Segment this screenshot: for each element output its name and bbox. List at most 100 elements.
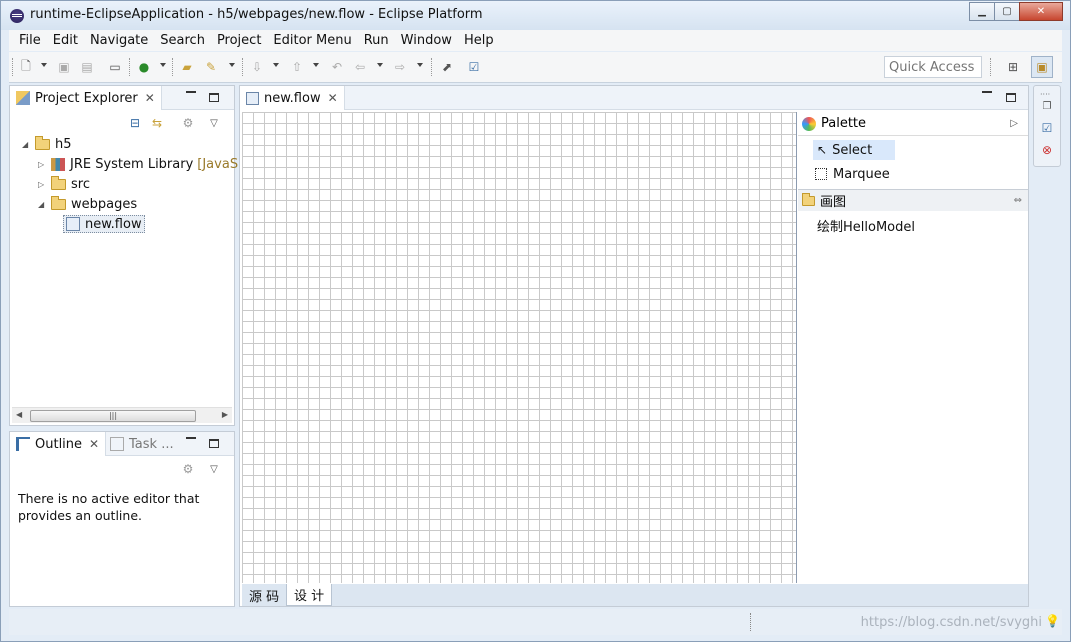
minimize-window-button[interactable]: ▁: [969, 2, 995, 21]
menu-file[interactable]: File: [13, 33, 47, 48]
view-menu-icon[interactable]: ▽: [206, 115, 222, 131]
run-icon[interactable]: ●: [136, 59, 152, 75]
tree-item-src[interactable]: ▷ src: [38, 175, 90, 193]
palette-collapse-icon[interactable]: ▷: [1010, 118, 1018, 129]
restore-icon[interactable]: ❐: [1039, 98, 1055, 114]
run-dropdown-icon[interactable]: [160, 63, 166, 67]
next-annotation-icon[interactable]: ⇩: [249, 59, 265, 75]
close-tab-icon[interactable]: ✕: [89, 437, 99, 451]
collapsed-twisty-icon[interactable]: ▷: [38, 160, 48, 169]
tree-item-webpages[interactable]: ◢ webpages: [38, 195, 137, 213]
collapse-all-icon[interactable]: ⊟: [127, 115, 143, 131]
expanded-twisty-icon[interactable]: ◢: [38, 200, 48, 209]
maximize-icon[interactable]: [1006, 93, 1016, 102]
problems-icon[interactable]: ⊗: [1039, 142, 1055, 158]
new-dropdown-icon[interactable]: [41, 63, 47, 67]
maximize-icon[interactable]: [209, 439, 219, 448]
tab-project-explorer[interactable]: Project Explorer ✕: [10, 86, 162, 110]
forward-dropdown-icon[interactable]: [417, 63, 423, 67]
maximize-icon[interactable]: [209, 93, 219, 102]
tasks-icon[interactable]: ☑: [1039, 120, 1055, 136]
scroll-right-icon[interactable]: ▶: [222, 410, 228, 419]
folder-icon: [51, 195, 66, 210]
menu-edit[interactable]: Edit: [47, 33, 84, 48]
palette-entry-hellomodel[interactable]: 绘制HelloModel: [817, 215, 915, 235]
tab-design[interactable]: 设 计: [286, 584, 333, 606]
menu-window[interactable]: Window: [395, 33, 458, 48]
maximize-window-button[interactable]: ▢: [994, 2, 1020, 21]
previous-annotation-dropdown-icon[interactable]: [313, 63, 319, 67]
tab-task-list[interactable]: Task ...: [104, 432, 180, 456]
eclipse-app-icon: [10, 9, 24, 23]
open-folder-icon[interactable]: ▰: [179, 59, 195, 75]
outline-empty-message: There is no active editor that provides …: [18, 491, 200, 523]
filter-icon[interactable]: ⚙: [180, 461, 196, 477]
close-window-button[interactable]: ✕: [1019, 2, 1063, 21]
terminal-icon[interactable]: ▭: [107, 59, 123, 75]
scrollbar-thumb[interactable]: |||: [30, 410, 196, 422]
new-icon[interactable]: 🗋: [18, 59, 34, 75]
minimize-icon[interactable]: [186, 437, 196, 439]
menu-search[interactable]: Search: [154, 33, 211, 48]
tab-source[interactable]: 源 码: [242, 584, 286, 606]
lightbulb-icon[interactable]: 💡: [1045, 614, 1060, 628]
close-tab-icon[interactable]: ✕: [328, 91, 338, 105]
project-explorer-panel: Project Explorer ✕ ⊟ ⇆ ⚙ ▽ ◢ h5 ▷ JRE Sy…: [9, 85, 251, 426]
menu-help[interactable]: Help: [458, 33, 500, 48]
previous-annotation-icon[interactable]: ⇧: [289, 59, 305, 75]
menu-editor-menu[interactable]: Editor Menu: [267, 33, 357, 48]
last-edit-location-icon[interactable]: ↶: [329, 59, 345, 75]
task-icon[interactable]: ☑: [466, 59, 482, 75]
save-all-icon[interactable]: ▤: [79, 59, 95, 75]
forward-icon[interactable]: ⇨: [392, 59, 408, 75]
window-controls: ▁ ▢ ✕: [969, 2, 1063, 21]
project-explorer-icon: [16, 91, 30, 105]
palette-drawer[interactable]: 画图 ⇔: [798, 189, 1028, 211]
horizontal-scrollbar[interactable]: ◀ ||| ▶: [12, 407, 232, 423]
expanded-twisty-icon[interactable]: ◢: [22, 140, 32, 149]
export-icon[interactable]: ⬈: [439, 59, 455, 75]
next-annotation-dropdown-icon[interactable]: [273, 63, 279, 67]
status-bar: https://blog.csdn.net/svyghi 💡: [9, 609, 1062, 635]
quick-access-input[interactable]: [884, 56, 982, 78]
palette-tool-marquee[interactable]: Marquee: [815, 164, 890, 184]
palette-header-label: Palette: [821, 116, 867, 131]
view-menu-icon[interactable]: ▽: [206, 461, 222, 477]
filter-icon[interactable]: ⚙: [180, 115, 196, 131]
tab-new-flow[interactable]: new.flow ✕: [240, 86, 345, 110]
collapsed-twisty-icon[interactable]: ▷: [38, 180, 48, 189]
tab-outline[interactable]: Outline ✕: [10, 432, 107, 456]
menu-project[interactable]: Project: [211, 33, 267, 48]
resource-perspective-icon[interactable]: ▣: [1031, 56, 1053, 78]
palette-header[interactable]: Palette ▷: [798, 112, 1028, 136]
minimize-icon[interactable]: [186, 91, 196, 93]
link-with-editor-icon[interactable]: ⇆: [149, 115, 165, 131]
save-icon[interactable]: ▣: [56, 59, 72, 75]
external-tools-icon[interactable]: ✎: [203, 59, 219, 75]
marquee-icon: [815, 168, 827, 180]
toolbar-separator: [990, 58, 991, 76]
palette-tool-select[interactable]: ↖ Select: [813, 140, 895, 160]
editor-page-tabs: 源 码 设 计: [242, 584, 1028, 606]
drawer-pin-icon[interactable]: ⇔: [1014, 195, 1022, 206]
palette-entry-label: 绘制HelloModel: [817, 219, 915, 235]
minimize-icon[interactable]: [982, 91, 992, 93]
main-toolbar: 🗋 ▣ ▤ ▭ ● ▰ ✎ ⇩ ⇧ ↶ ⇦ ⇨ ⬈ ☑ ⊞ ▣: [9, 52, 1062, 83]
back-icon[interactable]: ⇦: [352, 59, 368, 75]
menu-navigate[interactable]: Navigate: [84, 33, 154, 48]
menu-run[interactable]: Run: [358, 33, 395, 48]
tree-item-jre[interactable]: ▷ JRE System Library [JavaSE-: [38, 155, 251, 173]
tree-item-new-flow[interactable]: new.flow: [63, 215, 145, 233]
scroll-left-icon[interactable]: ◀: [16, 410, 22, 419]
toolbar-separator: [172, 58, 173, 76]
status-separator: [750, 613, 751, 631]
palette-icon: [802, 116, 816, 131]
tree-item-h5[interactable]: ◢ h5: [22, 135, 72, 153]
menu-bar: File Edit Navigate Search Project Editor…: [9, 30, 1062, 51]
close-tab-icon[interactable]: ✕: [145, 91, 155, 105]
open-perspective-icon[interactable]: ⊞: [1005, 59, 1021, 75]
external-tools-dropdown-icon[interactable]: [229, 63, 235, 67]
palette-tool-label: Select: [832, 142, 873, 158]
back-dropdown-icon[interactable]: [377, 63, 383, 67]
diagram-canvas[interactable]: [242, 112, 797, 583]
